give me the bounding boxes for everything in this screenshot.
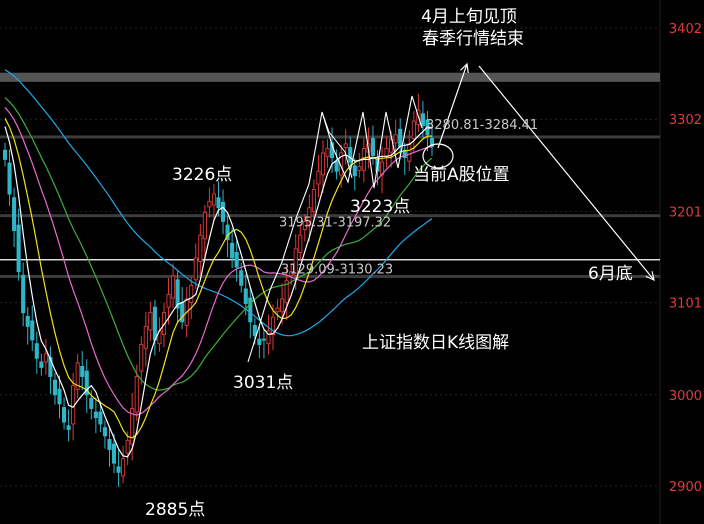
candle-body (411, 120, 416, 139)
chart-title: 上证指数日K线图解 (362, 333, 509, 353)
candle-body (202, 211, 207, 240)
candle-body (198, 234, 203, 263)
candle-body (43, 353, 48, 363)
candle-body (25, 315, 30, 327)
candle-body (352, 165, 357, 177)
candle-body (107, 439, 112, 450)
candle-body (98, 411, 103, 425)
candle-body (152, 306, 157, 341)
y-tick-label: 3302 (669, 113, 702, 128)
candle-body (239, 270, 244, 286)
annotation-top-line1: 4月上旬见顶 (421, 7, 517, 27)
candle-body (52, 379, 58, 396)
candle-body (139, 344, 144, 372)
resistance-band (0, 72, 660, 82)
zone-label: 3280.81-3284.41 (426, 118, 538, 133)
candle-body (57, 388, 62, 405)
candle-body (125, 439, 130, 454)
candle-body (407, 143, 412, 162)
candle-body (7, 162, 12, 195)
y-tick-label: 3201 (669, 205, 702, 220)
candle-body (134, 376, 139, 413)
candle-body (166, 293, 171, 308)
candle-body (280, 298, 285, 313)
candle-body (12, 197, 17, 231)
candle-body (220, 201, 226, 222)
candle-body (189, 284, 194, 304)
candle-body (311, 189, 316, 212)
zone-label: 3129.09-3130.23 (281, 262, 393, 277)
candle-body (116, 466, 121, 473)
annotation-low-3031: 3031点 (233, 373, 293, 393)
candle-body (357, 166, 362, 171)
candle-body (325, 147, 330, 158)
candle-body (334, 160, 339, 172)
y-tick-label: 3101 (669, 297, 702, 312)
chart-stage: 3280.81-3284.41 3195.31-3197.32 3129.09-31… (0, 0, 704, 524)
annotation-high-3226: 3226点 (172, 165, 232, 185)
candle-body (207, 200, 212, 208)
candle-body (398, 128, 403, 148)
candle-body (148, 312, 153, 331)
candle-body (34, 343, 39, 359)
candle-body (89, 397, 94, 409)
annotation-top-line2: 春季行情结束 (422, 29, 524, 49)
y-tick-label: 2900 (669, 480, 702, 495)
candle-body (21, 274, 26, 314)
candle-body (111, 443, 117, 464)
candle-body (30, 320, 35, 341)
candle-body (393, 134, 398, 144)
annotation-low-3223: 3223点 (350, 197, 410, 217)
candlestick-chart: 3280.81-3284.41 3195.31-3197.32 3129.09-31… (0, 0, 702, 524)
y-tick-label: 3000 (669, 389, 702, 404)
candle-body (257, 338, 262, 346)
candle-body (248, 297, 253, 323)
candle-body (316, 170, 321, 185)
candle-body (298, 234, 303, 253)
candle-body (121, 458, 126, 477)
candle-body (66, 425, 71, 430)
candle-body (275, 307, 280, 313)
candle-body (343, 143, 348, 148)
candle-body (39, 361, 44, 368)
candle-body (230, 242, 235, 259)
candle-body (171, 275, 176, 299)
candle-body (234, 251, 239, 268)
candle-body (211, 193, 217, 206)
candle-body (420, 113, 425, 127)
candle-body (320, 152, 326, 176)
annotation-current-position: 当前A股位置 (413, 165, 510, 185)
candle-body (16, 224, 21, 273)
candle-body (62, 407, 67, 423)
candle-body (370, 137, 375, 157)
candle-body (2, 149, 8, 160)
candle-body (243, 288, 248, 304)
candle-body (80, 366, 85, 377)
candle-body (348, 147, 353, 163)
candle-body (252, 324, 257, 336)
candle-body (384, 147, 389, 158)
annotation-june-bottom: 6月底 (588, 264, 633, 284)
annotation-low-2885: 2885点 (145, 500, 205, 520)
candle-body (193, 257, 198, 281)
candle-body (261, 338, 266, 341)
zone-label: 3195.31-3197.32 (279, 216, 391, 231)
y-tick-label: 3402 (669, 22, 702, 37)
candle-body (216, 197, 221, 209)
candle-body (143, 325, 148, 349)
candle-body (93, 411, 98, 419)
candle-body (102, 427, 107, 437)
